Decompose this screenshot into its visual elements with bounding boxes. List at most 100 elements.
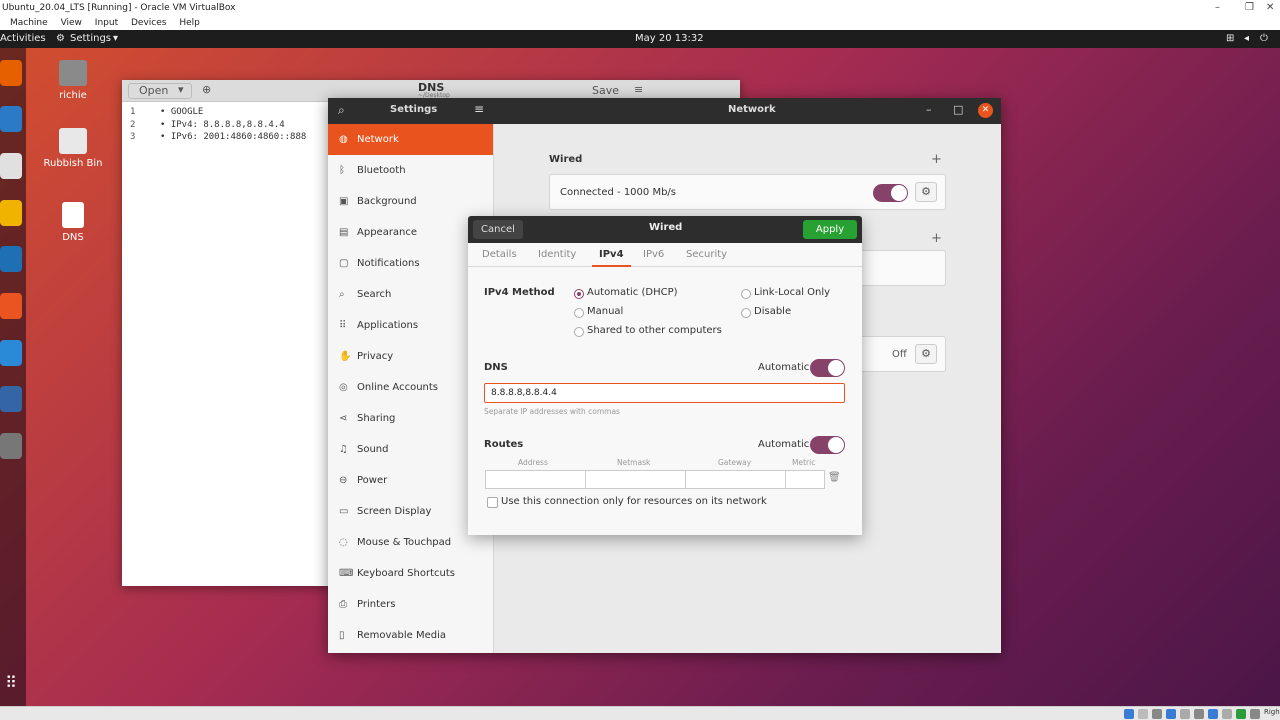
wired-settings-gear-icon[interactable]: ⚙: [915, 182, 937, 202]
cpu-icon[interactable]: [1236, 709, 1246, 719]
sidebar-item-removable-media[interactable]: ▯ Removable Media: [328, 620, 493, 651]
usb-icon[interactable]: [1180, 709, 1190, 719]
menu-view[interactable]: View: [61, 16, 82, 30]
network-status-icon[interactable]: ⊞: [1226, 30, 1234, 48]
clock[interactable]: May 20 13:32: [635, 30, 704, 48]
route-metric-input[interactable]: [785, 470, 825, 489]
writer-icon[interactable]: [0, 246, 22, 272]
new-tab-icon[interactable]: ⊕: [202, 83, 211, 96]
firefox-icon[interactable]: [0, 60, 22, 86]
sidebar-item-background[interactable]: ▣ Background: [328, 186, 493, 217]
maximize-icon[interactable]: □: [953, 103, 963, 116]
settings-dock-icon[interactable]: [0, 433, 22, 459]
trash-icon: [59, 128, 87, 154]
show-apps-icon[interactable]: ⠿: [0, 673, 22, 699]
radio-manual[interactable]: [574, 308, 584, 318]
dns-value: 8.8.8.8,8.8.4.4: [491, 388, 557, 398]
apply-button[interactable]: Apply: [803, 220, 857, 239]
proxy-settings-gear-icon[interactable]: ⚙: [915, 344, 937, 364]
maximize-icon[interactable]: ❐: [1245, 0, 1254, 16]
close-icon[interactable]: ✕: [978, 103, 993, 118]
sidebar-item-bluetooth[interactable]: ᛒ Bluetooth: [328, 155, 493, 186]
app-menu-label[interactable]: Settings: [70, 30, 111, 48]
sidebar-item-label: Power: [357, 475, 388, 486]
network-adapter-icon[interactable]: [1166, 709, 1176, 719]
text-editor-icon[interactable]: [0, 386, 22, 412]
minimize-icon[interactable]: –: [926, 103, 932, 116]
desktop-icon-label: Rubbish Bin: [43, 158, 103, 169]
rhythmbox-icon[interactable]: [0, 200, 22, 226]
display-icon[interactable]: [1208, 709, 1218, 719]
sidebar-item-label: Removable Media: [357, 630, 447, 641]
sidebar-item-keyboard-shortcuts[interactable]: ⌨ Keyboard Shortcuts: [328, 558, 493, 589]
audio-icon[interactable]: [1152, 709, 1162, 719]
mouse-icon: ◌: [339, 537, 348, 548]
dock: ⠿: [0, 48, 26, 706]
tab-identity[interactable]: Identity: [538, 243, 576, 267]
close-icon[interactable]: ✕: [1266, 0, 1274, 16]
radio-shared[interactable]: [574, 327, 584, 337]
dns-input[interactable]: 8.8.8.8,8.8.4.4: [484, 383, 845, 403]
route-address-input[interactable]: [485, 470, 586, 489]
storage-icon[interactable]: [1124, 709, 1134, 719]
menu-help[interactable]: Help: [179, 16, 200, 30]
sidebar-item-label: Mouse & Touchpad: [357, 537, 452, 548]
desktop-home-folder[interactable]: richie: [43, 60, 103, 101]
activities-button[interactable]: Activities: [0, 30, 46, 48]
desktop-icon-label: richie: [59, 90, 87, 101]
files-icon[interactable]: [0, 153, 22, 179]
power-menu-icon[interactable]: ⏻: [1260, 30, 1268, 48]
tab-ipv4[interactable]: IPv4: [592, 243, 631, 267]
dns-automatic-toggle[interactable]: [810, 359, 845, 377]
route-netmask-input[interactable]: [585, 470, 686, 489]
add-vpn-icon[interactable]: +: [931, 231, 942, 246]
save-button[interactable]: Save: [592, 84, 619, 97]
hamburger-menu-icon[interactable]: ≡: [634, 83, 643, 96]
radio-automatic-dhcp[interactable]: [574, 289, 584, 299]
sharing-icon: ⋖: [339, 413, 348, 424]
route-gateway-input[interactable]: [685, 470, 786, 489]
volume-icon[interactable]: ◂: [1244, 30, 1249, 48]
thunderbird-icon[interactable]: [0, 106, 22, 132]
chevron-down-icon[interactable]: ▾: [178, 83, 184, 96]
menu-devices[interactable]: Devices: [131, 16, 166, 30]
shared-folders-icon[interactable]: [1194, 709, 1204, 719]
sidebar-item-network[interactable]: ◍ Network: [328, 124, 493, 155]
tab-security[interactable]: Security: [686, 243, 727, 267]
wired-toggle[interactable]: [873, 184, 908, 202]
settings-headerbar: ⌕ Settings ≡ Network – □ ✕: [328, 98, 1001, 124]
hamburger-menu-icon[interactable]: ≡: [474, 102, 484, 116]
recording-icon[interactable]: [1222, 709, 1232, 719]
route-col-address: Address: [518, 458, 548, 467]
sidebar-item-printers[interactable]: ⎙ Printers: [328, 589, 493, 620]
resources-only-checkbox[interactable]: [487, 497, 498, 508]
route-col-metric: Metric: [792, 458, 816, 467]
radio-label: Disable: [754, 306, 792, 317]
desktop-rubbish-bin[interactable]: Rubbish Bin: [43, 128, 103, 169]
cancel-button[interactable]: Cancel: [473, 220, 523, 239]
add-connection-icon[interactable]: +: [931, 152, 942, 167]
menu-input[interactable]: Input: [95, 16, 118, 30]
sidebar-item-label: Appearance: [357, 227, 418, 238]
search-icon[interactable]: ⌕: [338, 103, 345, 118]
delete-route-icon[interactable]: 🗑: [828, 472, 841, 483]
sidebar-item-label: Printers: [357, 599, 396, 610]
text-file-icon: [62, 202, 84, 228]
chevron-down-icon[interactable]: ▾: [113, 30, 118, 48]
minimize-icon[interactable]: –: [1215, 0, 1220, 16]
help-icon[interactable]: [0, 340, 22, 366]
tab-details[interactable]: Details: [482, 243, 517, 267]
wired-connection-card: Connected - 1000 Mb/s ⚙: [549, 174, 946, 210]
tab-ipv6[interactable]: IPv6: [643, 243, 664, 267]
optical-drive-icon[interactable]: [1138, 709, 1148, 719]
routes-automatic-toggle[interactable]: [810, 436, 845, 454]
radio-label: Shared to other computers: [587, 325, 722, 336]
desktop-dns-file[interactable]: DNS: [43, 202, 103, 243]
app-menu-gear-icon[interactable]: ⚙: [56, 30, 65, 48]
mouse-integration-icon[interactable]: [1250, 709, 1260, 719]
menu-machine[interactable]: Machine: [10, 16, 48, 30]
radio-link-local[interactable]: [741, 289, 751, 299]
radio-disable[interactable]: [741, 308, 751, 318]
sidebar-item-label: Sharing: [357, 413, 396, 424]
software-icon[interactable]: [0, 293, 22, 319]
